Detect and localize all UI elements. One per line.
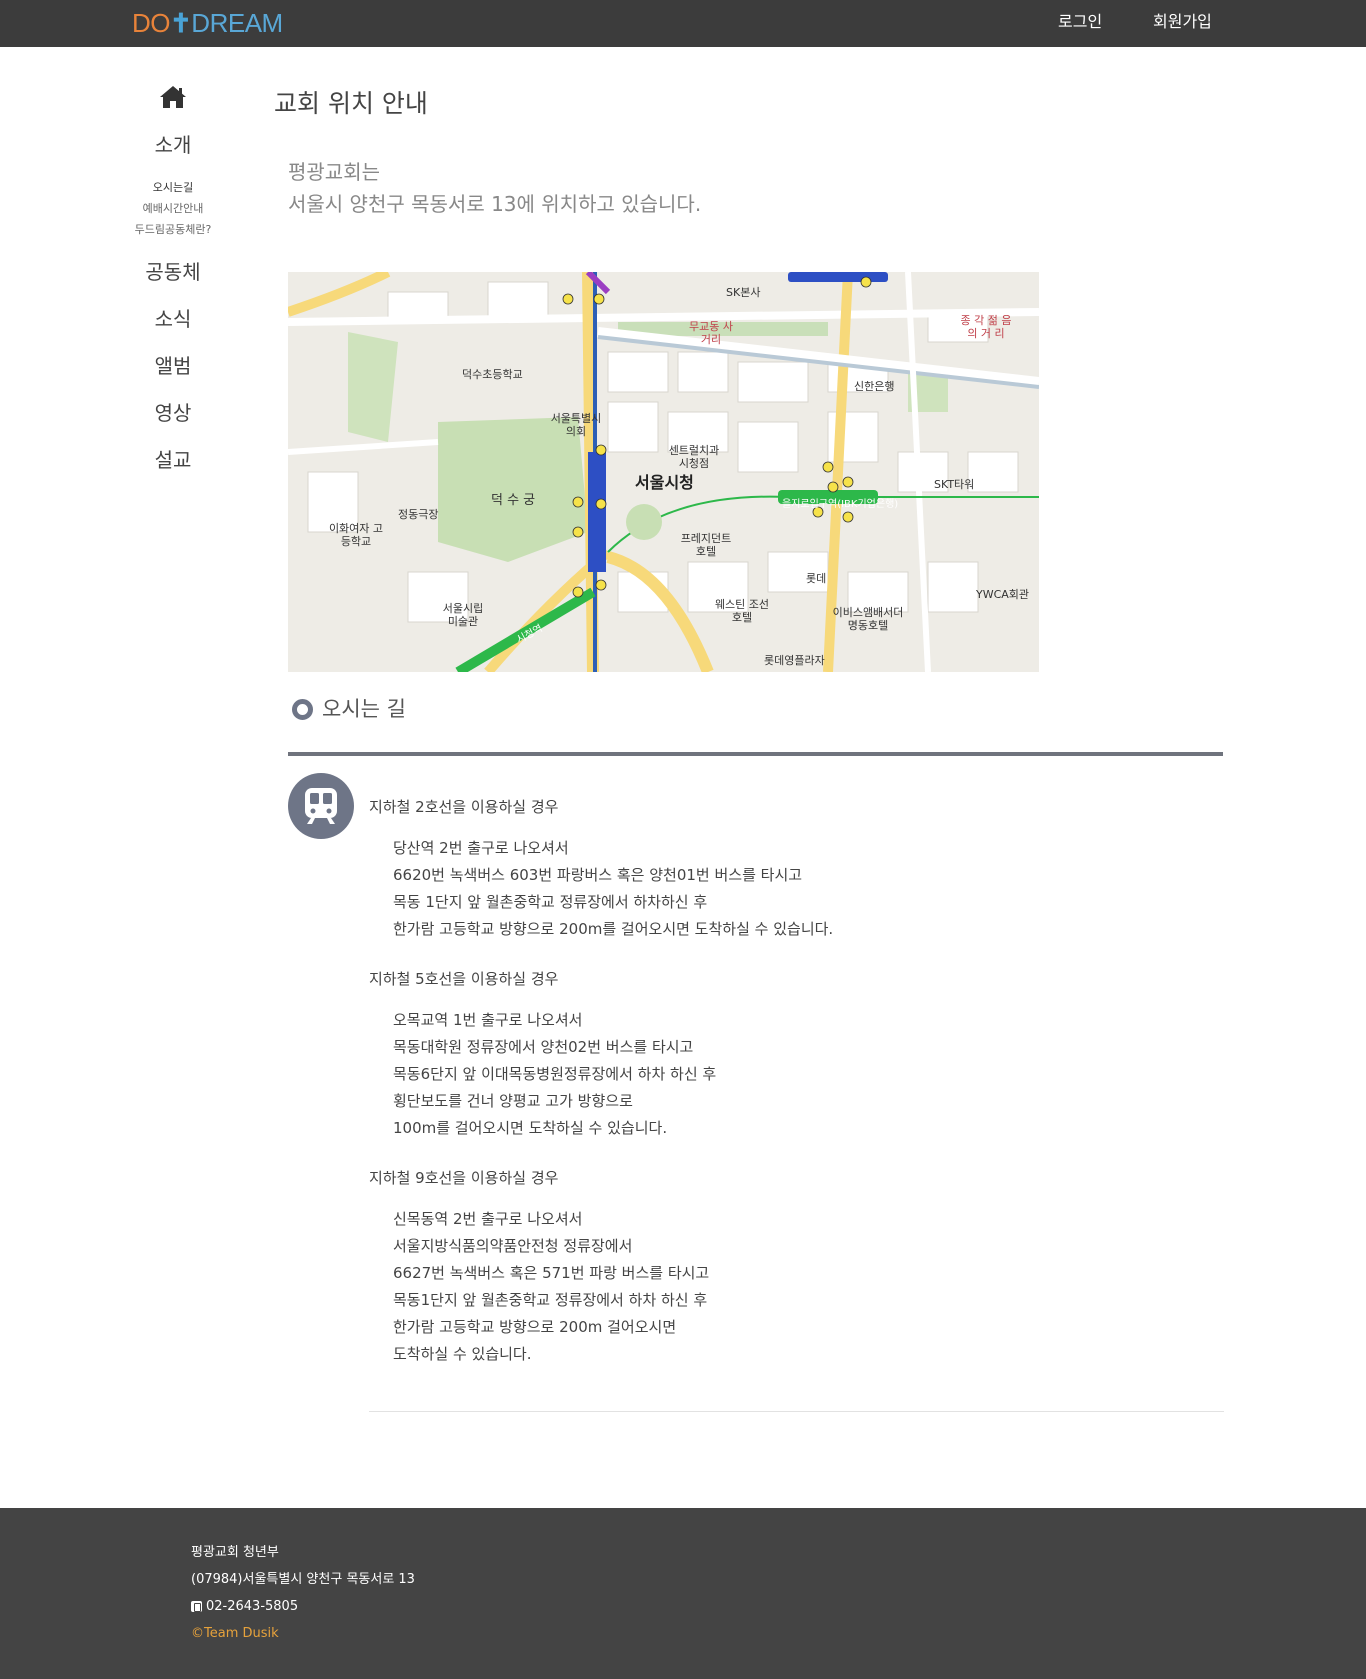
footer-phone: 02-2643-5805 <box>206 1599 299 1614</box>
home-icon[interactable] <box>158 84 188 110</box>
footer-copyright: ©Team Dusik <box>191 1626 279 1641</box>
route-head-line2: 지하철 2호선을 이용하실 경우 <box>369 798 559 816</box>
site-logo[interactable]: DO✝DREAM <box>132 9 283 37</box>
map-label-euljiro-station: 을지로입구역(IBK기업은행) <box>782 499 899 510</box>
route-step: 오목교역 1번 출구로 나오셔서 <box>393 1011 583 1029</box>
section-divider <box>288 752 1223 756</box>
directions-section-title: 오시는 길 <box>292 696 406 722</box>
route-step: 한가람 고등학교 방향으로 200m 걸어오시면 <box>393 1318 677 1336</box>
sidebar: 소개 오시는길 예배시간안내 두드림공동체란? 공동체 소식 앨범 영상 설교 <box>118 84 228 472</box>
map-label-shinhan: 신한은행 <box>854 380 895 393</box>
footer-phone-row: 02-2643-5805 <box>191 1593 415 1620</box>
map-label-sk: SK본사 <box>726 286 761 299</box>
route-steps-line2: 당산역 2번 출구로 나오셔서 6620번 녹색버스 603번 파랑버스 혹은 … <box>369 835 1224 943</box>
map-label-westin: 웨스틴 조선호텔 <box>714 598 770 624</box>
location-map[interactable]: 서울시청 덕 수 궁 서울특별시 의회 프레지던트 호텔 롯데 이화여자 고등학… <box>288 272 1039 672</box>
footer-info: 평광교회 청년부 (07984)서울특별시 양천구 목동서로 13 02-264… <box>191 1539 415 1647</box>
route-steps-line5: 오목교역 1번 출구로 나오셔서 목동대학원 정류장에서 양천02번 버스를 타… <box>369 1007 1224 1142</box>
route-step: 도착하실 수 있습니다. <box>393 1345 532 1363</box>
sidebar-item-intro[interactable]: 소개 <box>118 133 228 157</box>
logo-text-do: DO <box>132 8 171 38</box>
footer-address: (07984)서울특별시 양천구 목동서로 13 <box>191 1572 415 1587</box>
sidebar-subitem-directions[interactable]: 오시는길 <box>118 177 228 198</box>
login-link[interactable]: 로그인 <box>1058 12 1102 32</box>
map-label-skt: SKT타워 <box>934 478 975 491</box>
map-label-central-dental: 센트럴치과 시청점 <box>668 444 720 470</box>
route-step: 6627번 녹색버스 혹은 571번 파랑 버스를 타시고 <box>393 1264 710 1282</box>
sidebar-item-video[interactable]: 영상 <box>118 401 228 425</box>
ring-bullet-icon <box>292 698 313 720</box>
map-label-deoksu-school: 덕수초등학교 <box>462 368 523 381</box>
sidebar-item-album[interactable]: 앨범 <box>118 354 228 378</box>
sidebar-item-news[interactable]: 소식 <box>118 307 228 331</box>
sidebar-submenu: 오시는길 예배시간안내 두드림공동체란? <box>118 177 228 240</box>
intro-line-1: 평광교회는 <box>288 160 380 184</box>
subway-train-glyph <box>305 788 337 824</box>
content-bottom-divider <box>369 1411 1224 1412</box>
route-head-line5: 지하철 5호선을 이용하실 경우 <box>369 970 559 988</box>
signup-link[interactable]: 회원가입 <box>1153 12 1212 32</box>
footer-org: 평광교회 청년부 <box>191 1545 279 1560</box>
route-step: 목동 1단지 앞 월촌중학교 정류장에서 하차하신 후 <box>393 893 708 911</box>
route-step: 목동1단지 앞 월촌중학교 정류장에서 하차 하신 후 <box>393 1291 708 1309</box>
route-step: 한가람 고등학교 방향으로 200m를 걸어오시면 도착하실 수 있습니다. <box>393 920 834 938</box>
sidebar-item-sermon[interactable]: 설교 <box>118 448 228 472</box>
intro-line-2: 서울시 양천구 목동서로 13에 위치하고 있습니다. <box>288 192 702 216</box>
map-label-deoksugung: 덕 수 궁 <box>491 493 536 508</box>
logo-cross-icon: ✝ <box>170 8 192 38</box>
sidebar-subitem-about-community[interactable]: 두드림공동체란? <box>118 219 228 240</box>
directions-title-text: 오시는 길 <box>322 697 406 721</box>
route-step: 100m를 걸어오시면 도착하실 수 있습니다. <box>393 1119 668 1137</box>
map-label-jonggak: 종 각 젊 음 의 거 리 <box>960 314 1012 340</box>
route-step: 횡단보도를 건너 양평교 고가 방향으로 <box>393 1092 633 1110</box>
map-graphic <box>288 272 1039 672</box>
route-step: 6620번 녹색버스 603번 파랑버스 혹은 양천01번 버스를 타시고 <box>393 866 803 884</box>
map-label-ywca: YWCA회관 <box>976 588 1030 601</box>
map-label-jeongdong: 정동극장 <box>398 508 439 521</box>
map-label-lotte: 롯데 <box>806 572 827 585</box>
route-step: 당산역 2번 출구로 나오셔서 <box>393 839 569 857</box>
map-label-seoul-council: 서울특별시 의회 <box>550 412 602 438</box>
route-head-line9: 지하철 9호선을 이용하실 경우 <box>369 1169 559 1187</box>
route-step: 신목동역 2번 출구로 나오셔서 <box>393 1210 583 1228</box>
subway-icon <box>288 773 354 839</box>
map-label-seoul-museum: 서울시립 미술관 <box>442 602 484 628</box>
route-steps-line9: 신목동역 2번 출구로 나오셔서 서울지방식품의약품안전청 정류장에서 6627… <box>369 1206 1224 1368</box>
phone-icon <box>191 1601 202 1612</box>
route-step: 목동6단지 앞 이대목동병원정류장에서 하차 하신 후 <box>393 1065 717 1083</box>
sidebar-item-community[interactable]: 공동체 <box>118 260 228 284</box>
route-step: 서울지방식품의약품안전청 정류장에서 <box>393 1237 633 1255</box>
map-label-ewha: 이화여자 고등학교 <box>328 522 384 548</box>
intro-text: 평광교회는 서울시 양천구 목동서로 13에 위치하고 있습니다. <box>288 156 701 220</box>
top-navbar: DO✝DREAM 로그인 회원가입 <box>0 0 1366 47</box>
map-label-mugyodong: 무교동 사거리 <box>689 320 733 346</box>
directions-list: 지하철 2호선을 이용하실 경우 당산역 2번 출구로 나오셔서 6620번 녹… <box>369 795 1224 1392</box>
page-title: 교회 위치 안내 <box>274 89 428 118</box>
route-step: 목동대학원 정류장에서 양천02번 버스를 타시고 <box>393 1038 694 1056</box>
footer: 평광교회 청년부 (07984)서울특별시 양천구 목동서로 13 02-264… <box>0 1508 1366 1679</box>
map-label-president-hotel: 프레지던트 호텔 <box>680 532 732 558</box>
map-label-lotte-plaza: 롯데영플라자 <box>764 654 825 667</box>
map-label-ibis: 이비스앰배서더 명동호텔 <box>832 606 904 632</box>
logo-text-dream: DREAM <box>191 8 283 38</box>
sidebar-subitem-worship-times[interactable]: 예배시간안내 <box>118 198 228 219</box>
map-label-city-hall: 서울시청 <box>635 473 694 492</box>
